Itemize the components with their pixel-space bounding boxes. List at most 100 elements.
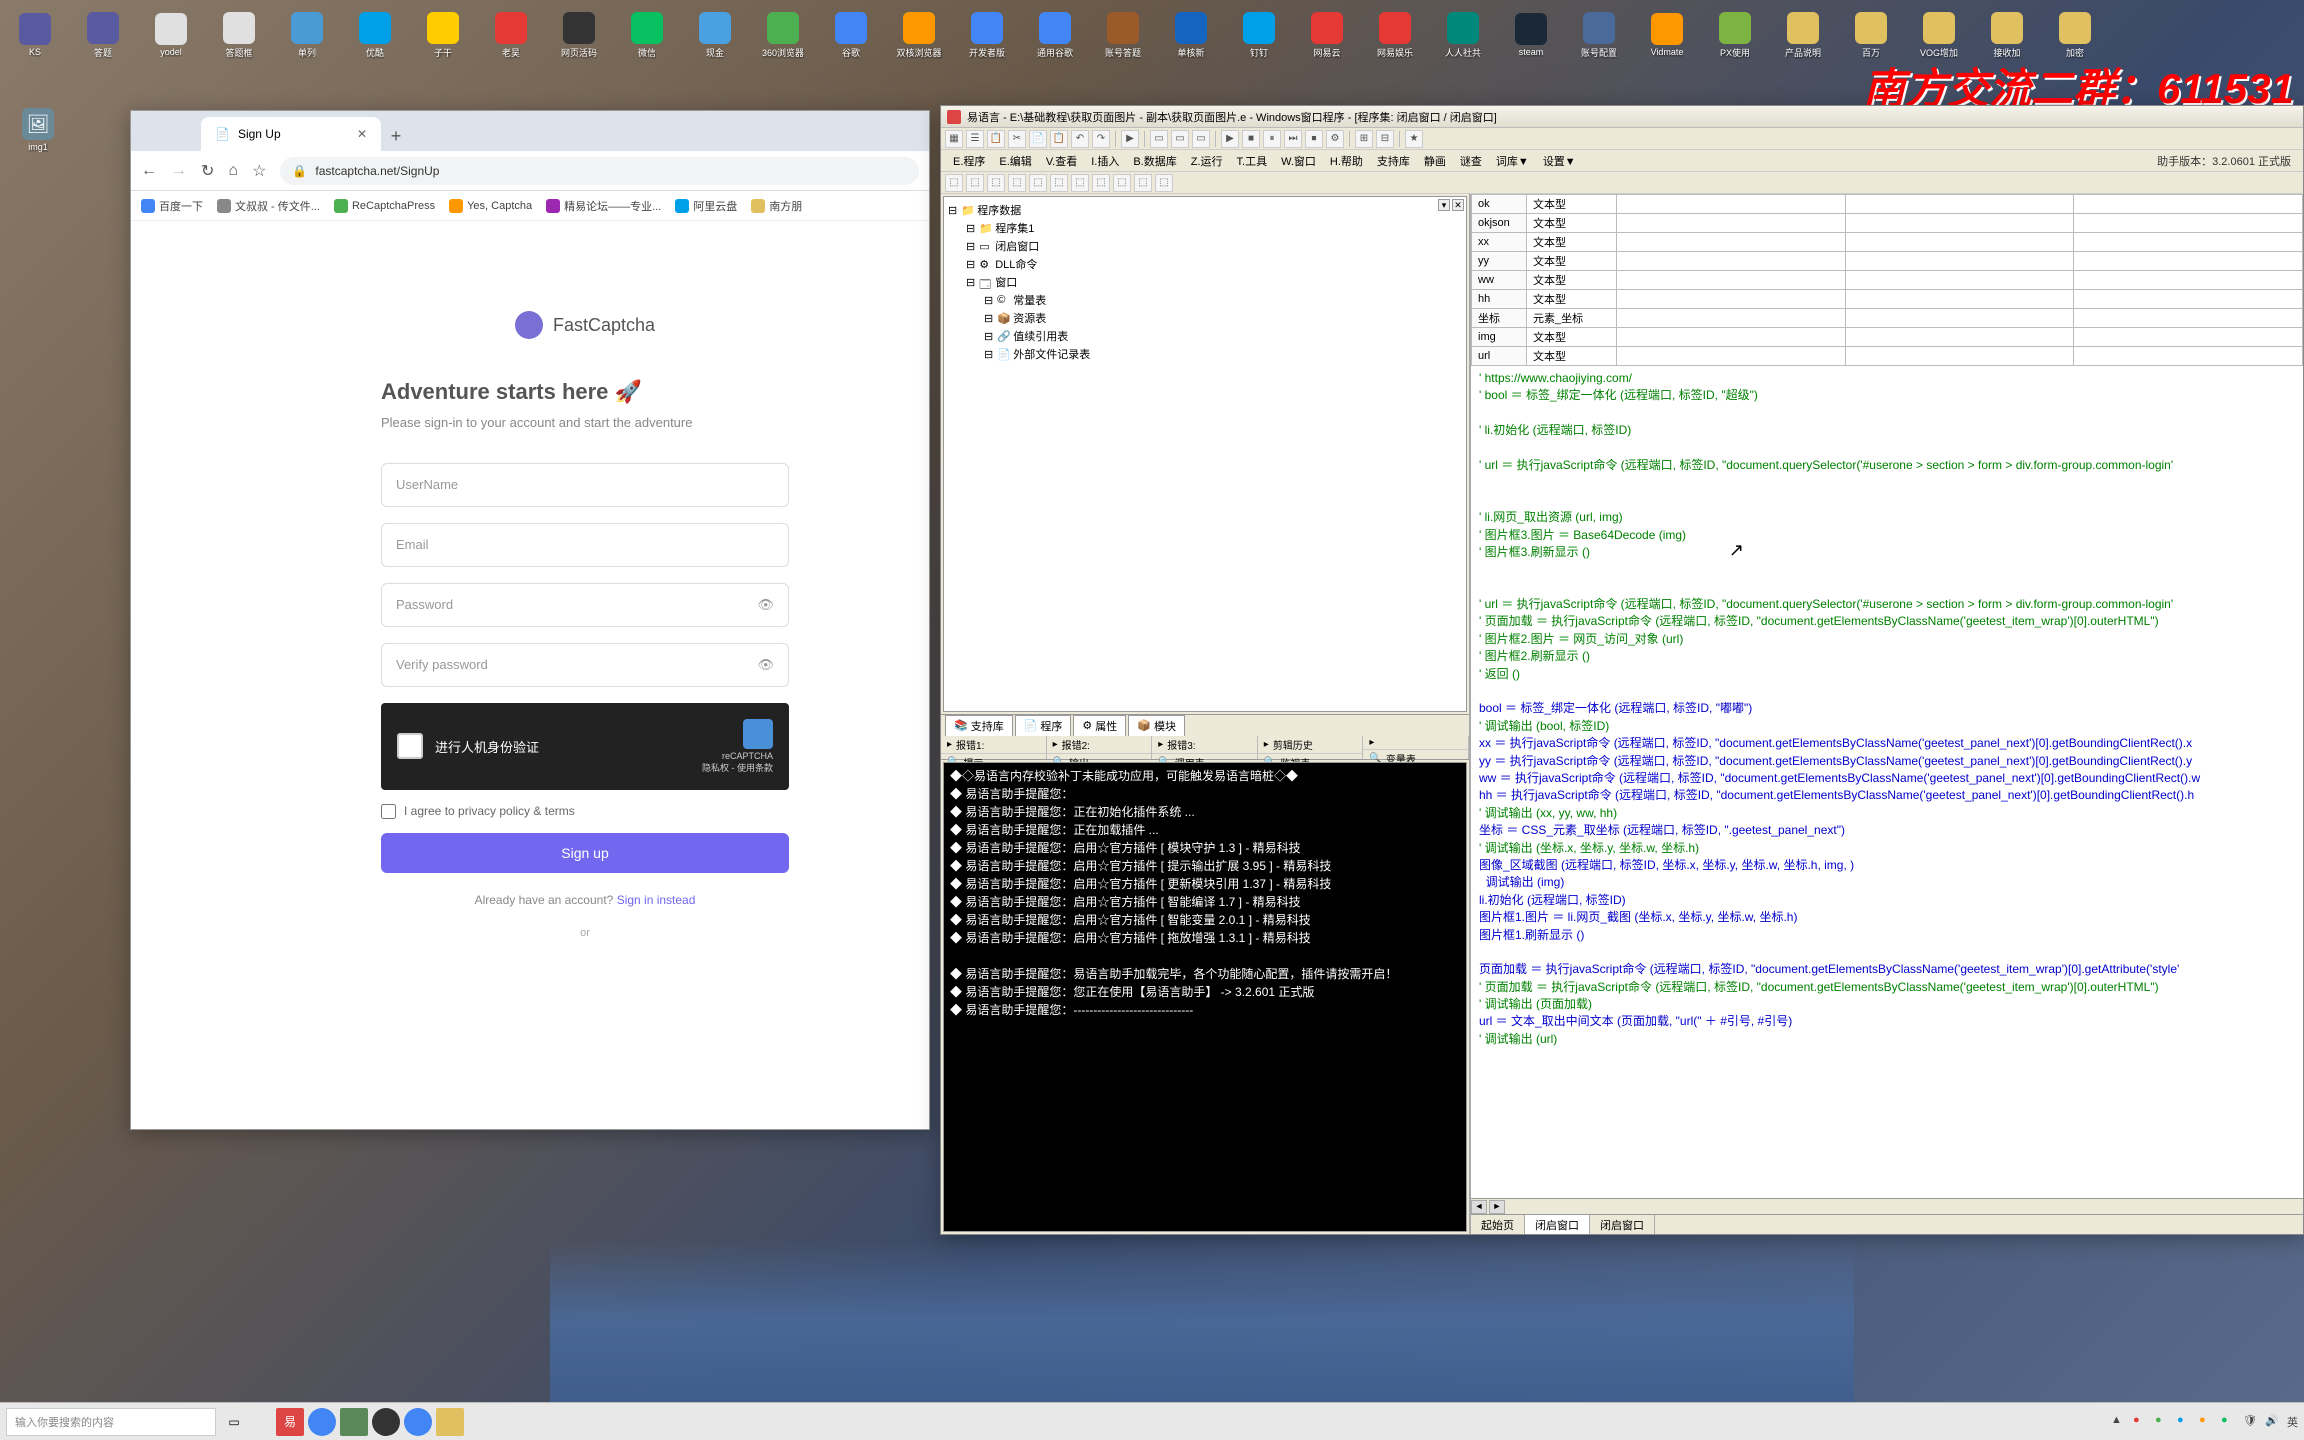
toolbar-button[interactable]: ★ <box>1405 130 1423 148</box>
desktop-icon[interactable]: 答题 <box>73 5 133 65</box>
tray-icon[interactable]: ● <box>2155 1414 2171 1430</box>
console-tab[interactable]: ▸ <box>1363 736 1468 749</box>
desktop-icon[interactable]: 单核新 <box>1161 5 1221 65</box>
taskbar-app[interactable] <box>372 1408 400 1436</box>
menu-item[interactable]: W.窗口 <box>1275 151 1322 171</box>
menu-item[interactable]: V.查看 <box>1040 151 1083 171</box>
menu-item[interactable]: 谜查 <box>1454 151 1488 171</box>
desktop-icon-img1[interactable]: 🖼 img1 <box>8 100 68 160</box>
var-row[interactable]: url文本型 <box>1472 347 2303 366</box>
desktop-icon[interactable]: 钉钉 <box>1229 5 1289 65</box>
menu-item[interactable]: 静画 <box>1418 151 1452 171</box>
desktop-icon[interactable]: KS <box>5 5 65 65</box>
pane-pin-icon[interactable]: ▾ <box>1438 199 1450 211</box>
toolbar-button[interactable]: ⚙ <box>1326 130 1344 148</box>
editor-tab[interactable]: 起始页 <box>1471 1215 1525 1234</box>
nav-home-icon[interactable]: ⌂ <box>228 162 238 180</box>
var-row[interactable]: ww文本型 <box>1472 271 2303 290</box>
toolbar-button[interactable]: ⬚ <box>966 174 984 192</box>
desktop-icon[interactable]: 老吴 <box>481 5 541 65</box>
pane-close-icon[interactable]: ✕ <box>1452 199 1464 211</box>
toolbar-button[interactable]: ▭ <box>1192 130 1210 148</box>
desktop-icon[interactable]: 双核浏览器 <box>889 5 949 65</box>
tree-item[interactable]: ⊟📄外部文件记录表 <box>948 345 1462 363</box>
toolbar-button[interactable]: 📄 <box>1029 130 1047 148</box>
tree-expand-icon[interactable]: ⊟ <box>984 348 993 361</box>
toolbar-button[interactable]: 📋 <box>1050 130 1068 148</box>
tray-icon[interactable]: ● <box>2177 1414 2193 1430</box>
toolbar-button[interactable]: ⬚ <box>1134 174 1152 192</box>
taskbar-app[interactable]: 易 <box>276 1408 304 1436</box>
tray-icon[interactable]: ● <box>2133 1414 2149 1430</box>
toolbar-button[interactable]: ⏸ <box>1263 130 1281 148</box>
tree-item[interactable]: ⊟🔗值续引用表 <box>948 327 1462 345</box>
tree-expand-icon[interactable]: ⊟ <box>984 330 993 343</box>
toolbar-button[interactable]: ↶ <box>1071 130 1089 148</box>
toolbar-button[interactable]: ■ <box>1242 130 1260 148</box>
desktop-icon[interactable]: steam <box>1501 5 1561 65</box>
taskbar-app[interactable] <box>436 1408 464 1436</box>
scroll-right-icon[interactable]: ► <box>1489 1200 1505 1214</box>
tree-tab[interactable]: 📚支持库 <box>945 715 1013 737</box>
toolbar-button[interactable]: ⊞ <box>1355 130 1373 148</box>
signin-link[interactable]: Sign in instead <box>617 893 696 907</box>
desktop-icon[interactable]: 谷歌 <box>821 5 881 65</box>
console-tab[interactable]: ▸报错3: <box>1152 736 1257 753</box>
toolbar-button[interactable]: ⬚ <box>1155 174 1173 192</box>
username-input[interactable]: UserName <box>381 463 789 507</box>
nav-reload-icon[interactable]: ↻ <box>201 161 214 181</box>
verify-password-input[interactable]: Verify password👁 <box>381 643 789 687</box>
var-row[interactable]: ok文本型 <box>1472 195 2303 214</box>
url-input[interactable]: 🔒 fastcaptcha.net/SignUp <box>280 157 919 185</box>
agree-checkbox-row[interactable]: I agree to privacy policy & terms <box>381 804 789 819</box>
menu-item[interactable]: E.编辑 <box>993 151 1037 171</box>
bookmark-item[interactable]: Yes, Captcha <box>449 199 532 213</box>
bookmark-item[interactable]: 文叔叔 - 传文件... <box>217 198 320 214</box>
toolbar-button[interactable]: ⬚ <box>1071 174 1089 192</box>
nav-forward-icon[interactable]: → <box>171 162 187 180</box>
tray-icon[interactable]: ● <box>2199 1414 2215 1430</box>
console-tab[interactable]: ▸报错1: <box>941 736 1046 753</box>
tree-item[interactable]: ⊟▭闭启窗口 <box>948 237 1462 255</box>
var-row[interactable]: hh文本型 <box>1472 290 2303 309</box>
tree-item[interactable]: ⊟🗔窗口 <box>948 273 1462 291</box>
var-row[interactable]: xx文本型 <box>1472 233 2303 252</box>
tree-item[interactable]: ⊟📦资源表 <box>948 309 1462 327</box>
bookmark-item[interactable]: 精易论坛——专业... <box>546 198 661 214</box>
nav-back-icon[interactable]: ← <box>141 162 157 180</box>
var-row[interactable]: img文本型 <box>1472 328 2303 347</box>
taskbar-search[interactable]: 输入你要搜索的内容 <box>6 1408 216 1436</box>
menu-item[interactable]: H.帮助 <box>1324 151 1369 171</box>
tree-expand-icon[interactable]: ⊟ <box>966 276 975 289</box>
tree-item[interactable]: ⊟©常量表 <box>948 291 1462 309</box>
menu-item[interactable]: T.工具 <box>1231 151 1274 171</box>
toolbar-button[interactable]: ☰ <box>966 130 984 148</box>
tree-tab[interactable]: 📦模块 <box>1128 715 1185 737</box>
var-row[interactable]: yy文本型 <box>1472 252 2303 271</box>
console-tab[interactable]: ▸剪辑历史 <box>1258 736 1363 753</box>
menu-item[interactable]: 设置▼ <box>1537 151 1582 171</box>
desktop-icon[interactable]: 微信 <box>617 5 677 65</box>
tray-icon[interactable]: ▲ <box>2111 1414 2127 1430</box>
menu-item[interactable]: 词库▼ <box>1490 151 1535 171</box>
desktop-icon[interactable]: 通用谷歌 <box>1025 5 1085 65</box>
tree-item[interactable]: ⊟📁程序数据 <box>948 201 1462 219</box>
menu-item[interactable]: E.程序 <box>947 151 991 171</box>
desktop-icon[interactable]: 人人社共 <box>1433 5 1493 65</box>
toolbar-button[interactable]: ▭ <box>1171 130 1189 148</box>
desktop-icon[interactable]: 账号配置 <box>1569 5 1629 65</box>
toolbar-button[interactable]: ⬚ <box>1029 174 1047 192</box>
code-editor[interactable]: ' https://www.chaojiying.com/' bool ＝ 标签… <box>1471 366 2303 1198</box>
taskbar-app[interactable] <box>340 1408 368 1436</box>
desktop-icon[interactable]: 现金 <box>685 5 745 65</box>
toolbar-button[interactable]: ⬚ <box>1050 174 1068 192</box>
tree-expand-icon[interactable]: ⊟ <box>966 240 975 253</box>
bookmark-item[interactable]: ReCaptchaPress <box>334 199 435 213</box>
tree-item[interactable]: ⊟📁程序集1 <box>948 219 1462 237</box>
horizontal-scrollbar[interactable]: ◄ ► <box>1471 1198 2303 1214</box>
tree-tab[interactable]: ⚙属性 <box>1073 715 1126 737</box>
tree-item[interactable]: ⊟⚙DLL命令 <box>948 255 1462 273</box>
scroll-left-icon[interactable]: ◄ <box>1471 1200 1487 1214</box>
tree-expand-icon[interactable]: ⊟ <box>984 294 993 307</box>
tray-icon[interactable]: ● <box>2221 1414 2237 1430</box>
